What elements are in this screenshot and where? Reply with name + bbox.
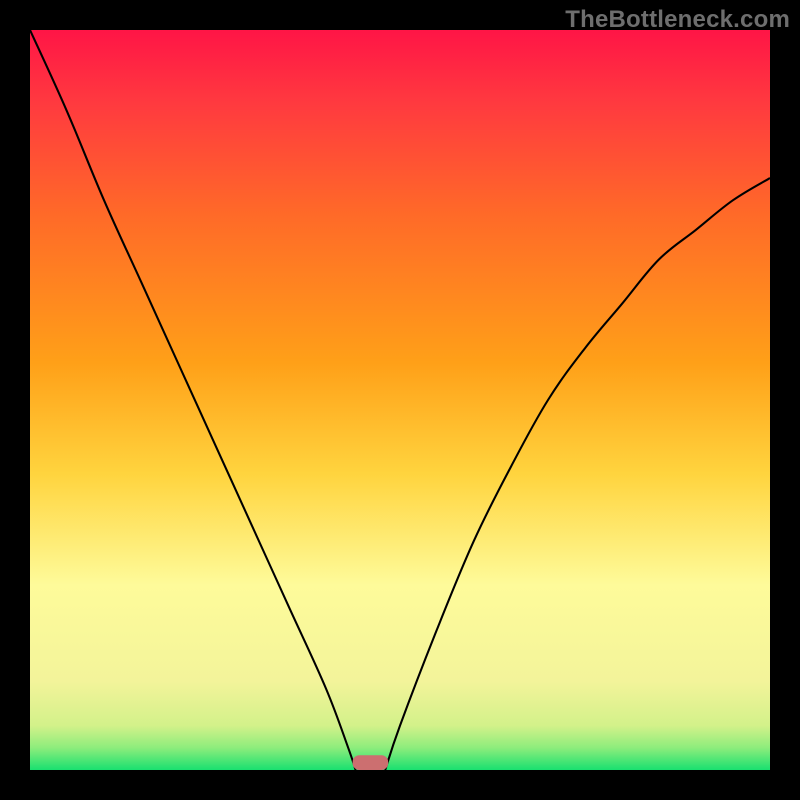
chart-plot-area	[30, 30, 770, 770]
optimal-point-marker	[353, 755, 389, 770]
chart-frame: TheBottleneck.com	[0, 0, 800, 800]
gradient-background	[30, 30, 770, 770]
watermark-text: TheBottleneck.com	[565, 6, 790, 34]
bottleneck-curve-chart	[30, 30, 770, 770]
